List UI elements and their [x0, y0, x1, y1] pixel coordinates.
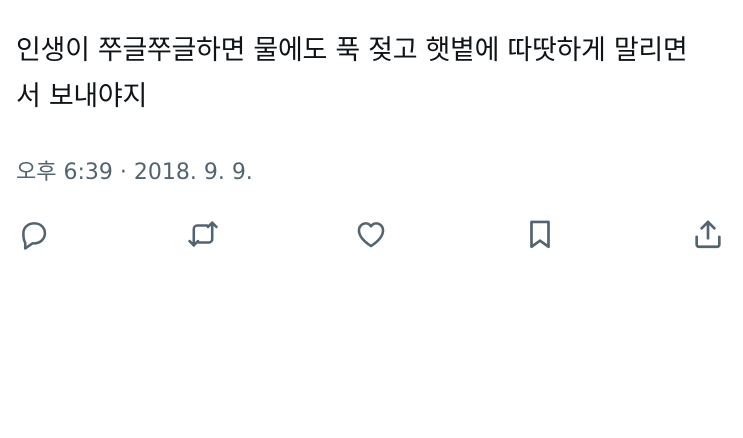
retweet-button[interactable]	[183, 212, 223, 256]
reply-icon	[22, 222, 47, 250]
tweet-timestamp[interactable]: 오후 6:39 · 2018. 9. 9.	[16, 158, 253, 188]
share-button[interactable]	[688, 212, 728, 256]
retweet-icon	[188, 221, 218, 247]
reply-button[interactable]	[14, 212, 54, 256]
tweet-text: 인생이 쭈글쭈글하면 물에도 푹 젖고 햇볕에 따땃하게 말리면 서 보내야지	[16, 28, 726, 120]
tweet-text-line-1: 인생이 쭈글쭈글하면 물에도 푹 젖고 햇볕에 따땃하게 말리면	[16, 35, 688, 66]
tweet-text-line-2: 서 보내야지	[16, 81, 147, 112]
bookmark-icon	[530, 220, 550, 249]
share-icon	[695, 220, 721, 249]
heart-icon	[357, 222, 385, 248]
tweet-action-bar	[0, 212, 743, 256]
tweet-detail: 인생이 쭈글쭈글하면 물에도 푹 젖고 햇볕에 따땃하게 말리면 서 보내야지 …	[0, 0, 743, 438]
like-button[interactable]	[351, 212, 391, 256]
bookmark-button[interactable]	[520, 212, 560, 256]
